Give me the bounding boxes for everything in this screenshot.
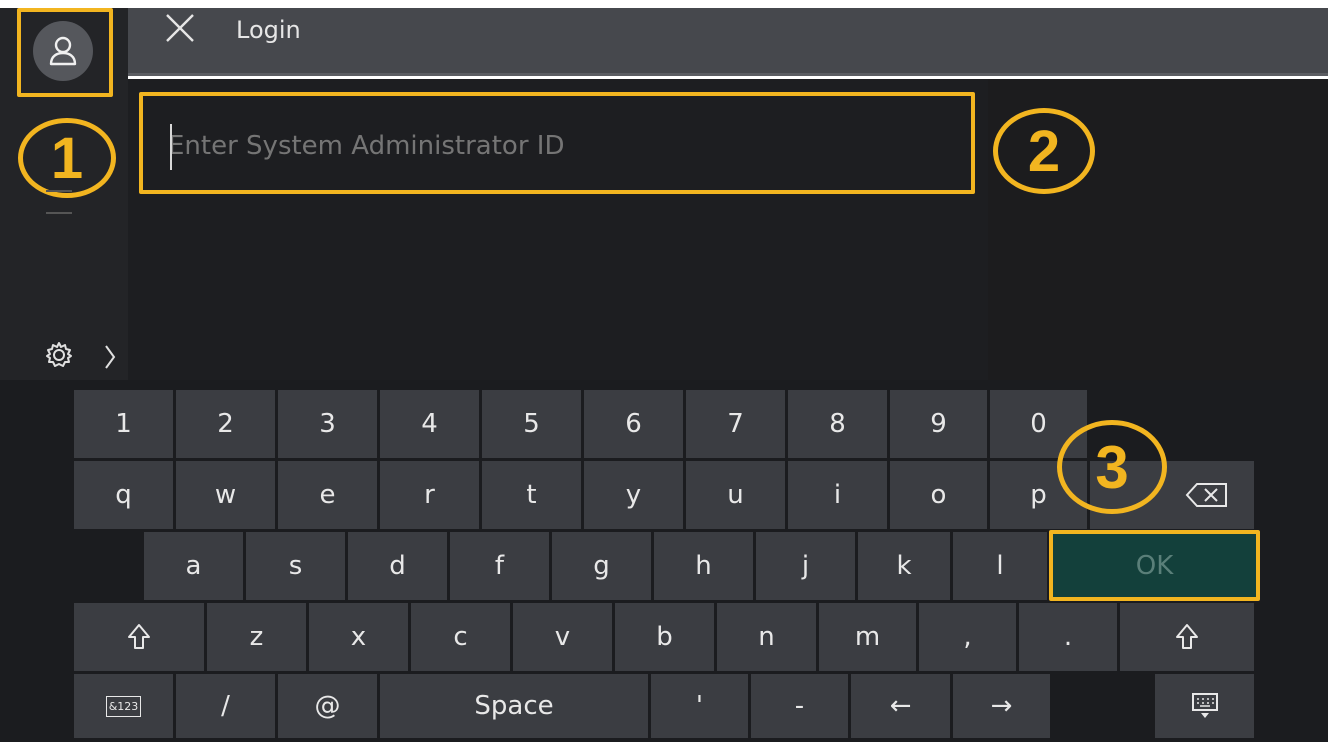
key-comma[interactable]: , bbox=[919, 603, 1016, 671]
key-k[interactable]: k bbox=[858, 532, 950, 600]
key-n[interactable]: n bbox=[717, 603, 816, 671]
space-key[interactable]: Space bbox=[380, 674, 648, 738]
shift-icon bbox=[128, 624, 150, 649]
key-slash[interactable]: / bbox=[176, 674, 275, 738]
key-f[interactable]: f bbox=[450, 532, 549, 600]
cursor-right-key[interactable]: → bbox=[953, 674, 1050, 738]
key-5[interactable]: 5 bbox=[482, 390, 581, 458]
key-s[interactable]: s bbox=[246, 532, 345, 600]
close-button[interactable] bbox=[162, 10, 198, 46]
key-r[interactable]: r bbox=[380, 461, 479, 529]
key-a[interactable]: a bbox=[144, 532, 243, 600]
key-hyphen[interactable]: - bbox=[751, 674, 848, 738]
divider bbox=[46, 212, 72, 214]
callout-3-label: 3 bbox=[1095, 433, 1129, 501]
symbols-key-label: &123 bbox=[105, 695, 142, 717]
key-6[interactable]: 6 bbox=[584, 390, 683, 458]
key-l[interactable]: l bbox=[953, 532, 1047, 600]
chevron-right-icon bbox=[105, 345, 116, 369]
input-highlight bbox=[139, 92, 975, 194]
key-1[interactable]: 1 bbox=[74, 390, 173, 458]
key-apostrophe[interactable]: ' bbox=[651, 674, 748, 738]
callout-2-label: 2 bbox=[1027, 118, 1061, 184]
key-y[interactable]: y bbox=[584, 461, 683, 529]
key-i[interactable]: i bbox=[788, 461, 887, 529]
key-b[interactable]: b bbox=[615, 603, 714, 671]
close-icon bbox=[166, 14, 194, 42]
key-h[interactable]: h bbox=[654, 532, 753, 600]
callout-2: 2 bbox=[993, 108, 1095, 194]
gear-icon bbox=[46, 342, 72, 367]
key-4[interactable]: 4 bbox=[380, 390, 479, 458]
keyboard-hide-icon bbox=[1191, 693, 1218, 718]
user-button-highlight bbox=[17, 8, 113, 97]
key-7[interactable]: 7 bbox=[686, 390, 785, 458]
ok-highlight bbox=[1049, 530, 1260, 601]
callout-1: 1 bbox=[18, 118, 116, 198]
key-period[interactable]: . bbox=[1019, 603, 1117, 671]
key-t[interactable]: t bbox=[482, 461, 581, 529]
page-title: Login bbox=[236, 16, 301, 44]
key-m[interactable]: m bbox=[819, 603, 916, 671]
key-d[interactable]: d bbox=[348, 532, 447, 600]
key-9[interactable]: 9 bbox=[890, 390, 987, 458]
key-3[interactable]: 3 bbox=[278, 390, 377, 458]
key-at[interactable]: @ bbox=[278, 674, 377, 738]
key-g[interactable]: g bbox=[552, 532, 651, 600]
key-v[interactable]: v bbox=[513, 603, 612, 671]
key-z[interactable]: z bbox=[207, 603, 306, 671]
key-c[interactable]: c bbox=[411, 603, 510, 671]
key-u[interactable]: u bbox=[686, 461, 785, 529]
key-8[interactable]: 8 bbox=[788, 390, 887, 458]
backspace-icon bbox=[1185, 483, 1227, 507]
settings-expand-button[interactable] bbox=[102, 344, 118, 370]
shift-icon bbox=[1176, 624, 1198, 649]
key-e[interactable]: e bbox=[278, 461, 377, 529]
symbols-key[interactable]: &123 bbox=[74, 674, 173, 738]
key-o[interactable]: o bbox=[890, 461, 987, 529]
key-q[interactable]: q bbox=[74, 461, 173, 529]
cursor-left-key[interactable]: ← bbox=[851, 674, 950, 738]
key-j[interactable]: j bbox=[756, 532, 855, 600]
shift-key-right[interactable] bbox=[1120, 603, 1254, 671]
key-2[interactable]: 2 bbox=[176, 390, 275, 458]
key-x[interactable]: x bbox=[309, 603, 408, 671]
divider bbox=[46, 190, 72, 192]
key-w[interactable]: w bbox=[176, 461, 275, 529]
title-bar bbox=[128, 8, 1328, 76]
callout-3: 3 bbox=[1057, 420, 1167, 514]
settings-button[interactable] bbox=[44, 340, 74, 370]
callout-1-label: 1 bbox=[50, 125, 84, 191]
shift-key-left[interactable] bbox=[74, 603, 204, 671]
hide-keyboard-key[interactable] bbox=[1155, 674, 1254, 738]
